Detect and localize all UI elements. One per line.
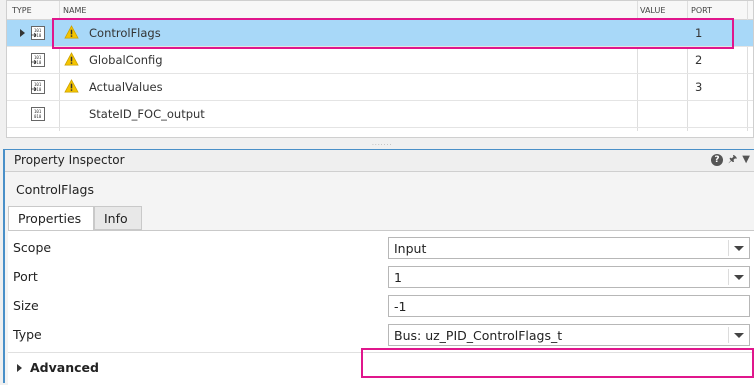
row-name: GlobalConfig xyxy=(89,53,163,67)
column-header-value[interactable]: VALUE xyxy=(640,6,665,15)
table-row[interactable]: 101 010 StateID_FOC_output xyxy=(7,101,753,128)
port-dropdown[interactable]: 1 xyxy=(388,266,750,288)
port-label: Port xyxy=(13,269,38,284)
signal-output-icon: 101 010 xyxy=(31,107,45,121)
inspector-title: Property Inspector xyxy=(14,153,125,167)
advanced-label: Advanced xyxy=(30,360,99,375)
type-label: Type xyxy=(13,327,42,342)
table-row[interactable]: 101 010 GlobalConfig 2 xyxy=(7,47,753,74)
size-input[interactable]: -1 xyxy=(388,295,750,317)
splitter-handle[interactable]: ······· xyxy=(372,142,392,149)
expand-arrow-icon[interactable] xyxy=(17,364,22,372)
warning-icon xyxy=(64,79,79,93)
chevron-down-icon xyxy=(734,246,744,251)
selected-block-name: ControlFlags xyxy=(16,182,94,197)
warning-icon xyxy=(64,25,79,39)
bus-inport-icon: 101 010 xyxy=(31,80,45,94)
tab-info[interactable]: Info xyxy=(94,206,142,230)
row-port: 2 xyxy=(695,53,703,67)
chevron-down-icon xyxy=(734,275,744,280)
size-label: Size xyxy=(13,298,39,313)
expand-arrow-icon[interactable] xyxy=(20,29,25,37)
row-name: ActualValues xyxy=(89,80,163,94)
warning-icon xyxy=(64,52,79,66)
scope-value: Input xyxy=(394,241,427,256)
symbols-table: TYPE NAME VALUE PORT 101 010 ControlFlag… xyxy=(6,0,754,138)
advanced-section[interactable]: Advanced xyxy=(8,352,754,383)
property-inspector-panel: Property Inspector ? 🖈 ▼ ControlFlags Pr… xyxy=(3,149,754,385)
table-row[interactable]: 101 010 ControlFlags 1 xyxy=(7,20,753,47)
svg-text:010: 010 xyxy=(34,114,42,119)
size-value: -1 xyxy=(394,299,407,314)
panel-menu-icon[interactable]: ▼ xyxy=(742,154,750,166)
bus-inport-icon: 101 010 xyxy=(31,26,45,40)
row-port: 1 xyxy=(695,26,703,40)
port-value: 1 xyxy=(394,270,402,285)
column-header-name[interactable]: NAME xyxy=(63,6,86,15)
row-port: 3 xyxy=(695,80,703,94)
pin-icon[interactable]: 🖈 xyxy=(728,154,737,166)
properties-panel: Scope Input Port 1 Size -1 Type Bus: uz_… xyxy=(8,230,754,385)
row-name: StateID_FOC_output xyxy=(89,107,205,121)
type-value: Bus: uz_PID_ControlFlags_t xyxy=(394,328,563,343)
bus-inport-icon: 101 010 xyxy=(31,53,45,67)
column-header-port[interactable]: PORT xyxy=(691,6,712,15)
tab-properties[interactable]: Properties xyxy=(8,206,94,231)
table-header: TYPE NAME VALUE PORT xyxy=(7,1,753,20)
help-icon[interactable]: ? xyxy=(711,154,724,166)
inspector-titlebar: Property Inspector ? 🖈 ▼ xyxy=(5,150,754,172)
scope-dropdown[interactable]: Input xyxy=(388,237,750,259)
chevron-down-icon xyxy=(734,333,744,338)
column-header-type[interactable]: TYPE xyxy=(12,6,32,15)
type-dropdown[interactable]: Bus: uz_PID_ControlFlags_t xyxy=(388,324,750,346)
table-row[interactable]: 101 010 ActualValues 3 xyxy=(7,74,753,101)
row-name: ControlFlags xyxy=(89,26,161,40)
scope-label: Scope xyxy=(13,240,52,255)
